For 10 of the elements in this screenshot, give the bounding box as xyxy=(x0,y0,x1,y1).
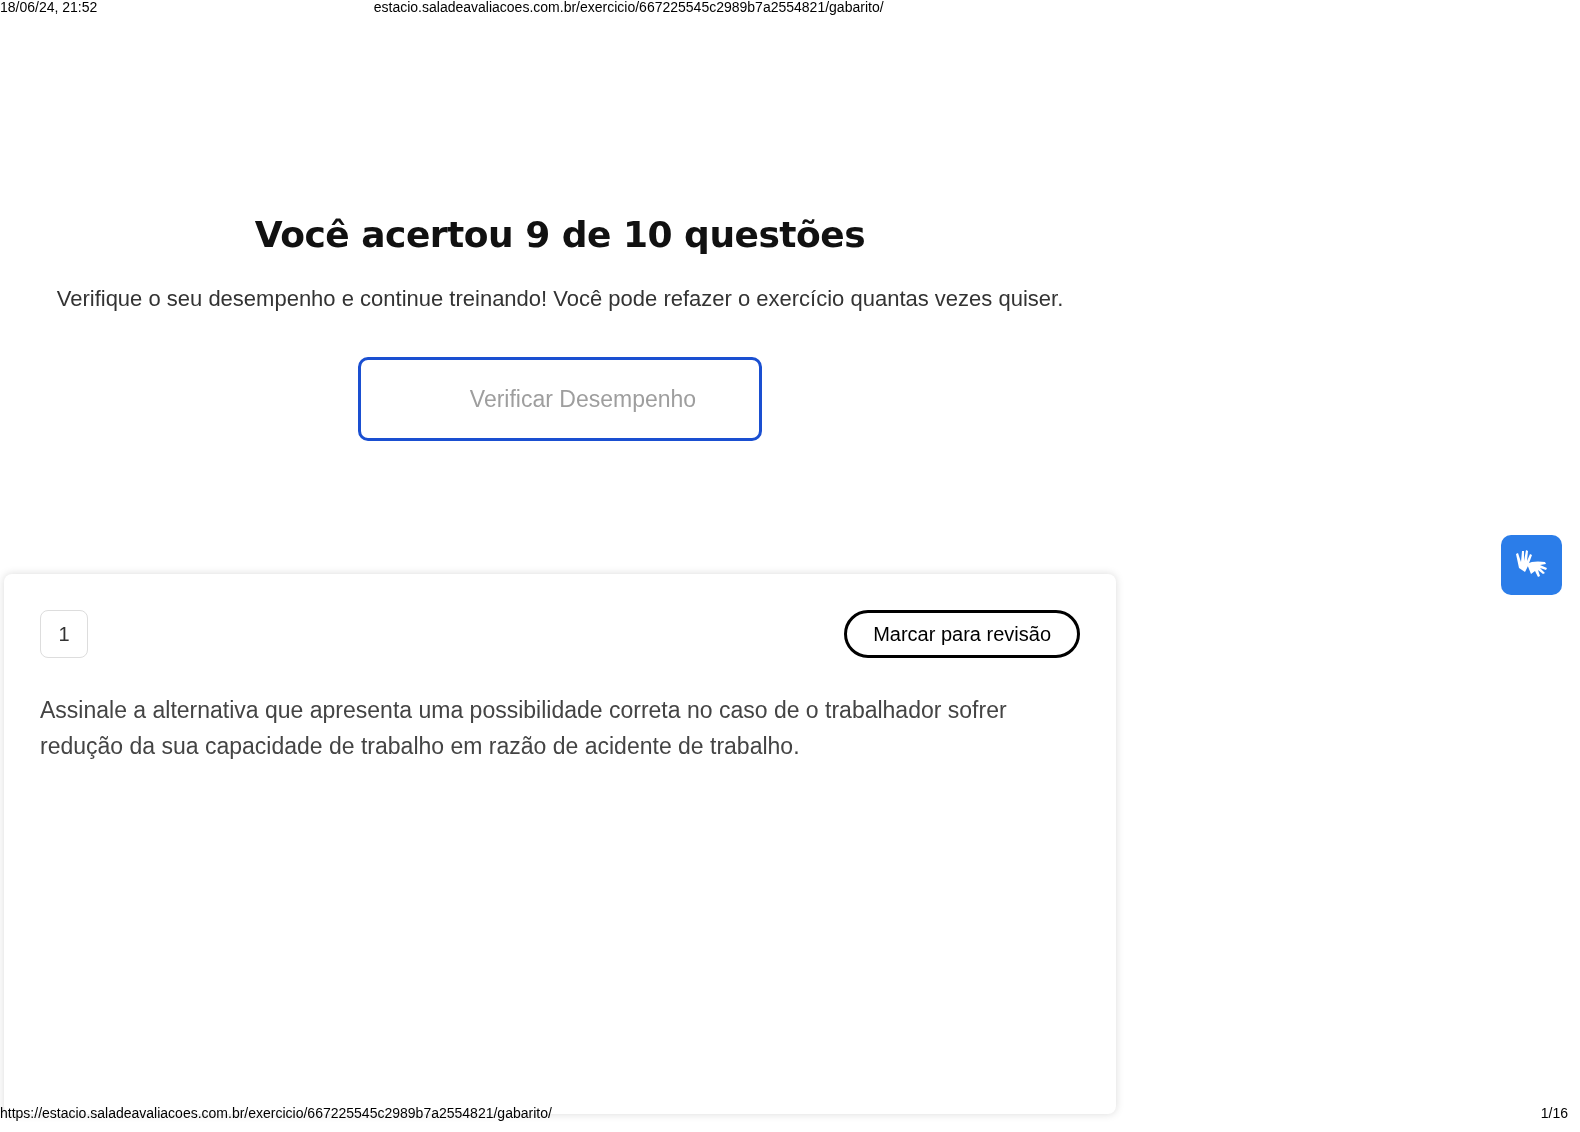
sign-language-button[interactable] xyxy=(1501,535,1562,595)
result-subtitle: Verifique o seu desempenho e continue treinando! Você pode refazer o exercício quantas vezes quiser. xyxy=(55,285,1065,313)
page-url: estacio.saladeavaliacoes.com.br/exercicio/667225545c2989b7a2554821/gabarito/ xyxy=(373,0,884,15)
page-url: https://estacio.saladeavaliacoes.com.br/exercicio/667225545c2989b7a2554821/gabarito/ xyxy=(0,1106,552,1121)
question-number: 1 xyxy=(40,610,88,658)
question-text: Assinale a alternativa que apresenta uma possibilidade correta no caso de o trabalhador sofrer redução da sua capacidade de trabalho em razão de acidente de trabalho. xyxy=(40,696,1008,761)
print-date: 18/06/24, 21:52 xyxy=(0,0,98,15)
review-button[interactable]: Marcar para revisão xyxy=(844,610,1080,658)
result-title: Você acertou 9 de 10 questões xyxy=(254,213,866,257)
page-number: 1/16 xyxy=(1540,1106,1568,1121)
